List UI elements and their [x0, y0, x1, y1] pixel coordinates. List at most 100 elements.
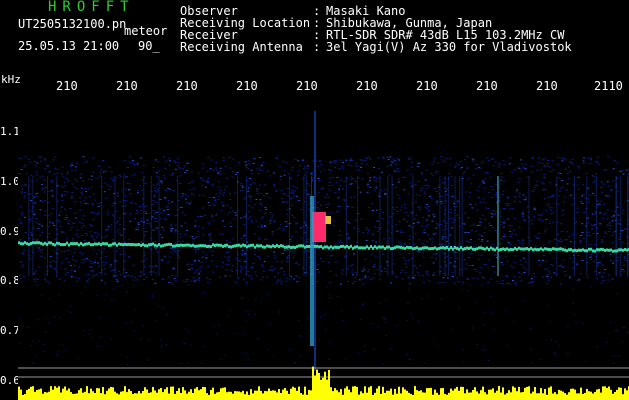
noise-dot: [622, 210, 625, 211]
carrier-segment: [518, 246, 520, 250]
carrier-segment: [168, 242, 170, 246]
noise-dot: [449, 234, 452, 236]
level-bar: [506, 393, 508, 400]
noise-dot: [184, 234, 187, 236]
level-bar: [426, 388, 428, 400]
noise-dot: [525, 269, 528, 271]
noise-dot: [489, 225, 492, 226]
noise-dot: [451, 272, 454, 274]
noise-dot: [564, 239, 567, 241]
noise-dot: [336, 206, 339, 207]
level-bar: [536, 393, 538, 400]
noise-dot: [174, 215, 177, 217]
noise-dot: [428, 215, 430, 217]
noise-dot: [88, 278, 91, 280]
noise-dot: [384, 318, 385, 320]
noise-dot: [215, 213, 218, 215]
noise-dot: [617, 222, 620, 224]
noise-dot: [85, 286, 87, 288]
level-bar: [382, 386, 384, 400]
noise-dot: [217, 199, 220, 201]
noise-dot: [290, 197, 293, 199]
noise-dot: [622, 327, 624, 329]
noise-dot: [587, 188, 590, 190]
level-bar: [256, 390, 258, 400]
noise-dot: [61, 199, 64, 201]
noise-dot: [293, 278, 296, 280]
carrier-segment: [500, 248, 502, 251]
noise-dot: [610, 189, 613, 190]
noise-dot: [600, 242, 603, 244]
noise-dot: [205, 257, 208, 259]
noise-dot: [89, 266, 92, 268]
level-bar: [546, 394, 548, 400]
noise-dot: [457, 281, 460, 283]
noise-dot: [85, 258, 88, 260]
noise-dot: [338, 239, 341, 241]
noise-dot: [350, 158, 352, 160]
noise-dot: [234, 333, 236, 335]
noise-dot: [214, 201, 217, 203]
level-bar: [594, 392, 596, 400]
carrier-segment: [494, 248, 496, 252]
noise-dot: [92, 276, 94, 278]
app-title: HROFFT: [48, 0, 135, 15]
noise-dot: [200, 215, 203, 217]
noise-dot: [152, 200, 155, 201]
noise-dot: [219, 276, 221, 278]
noise-dot: [95, 253, 98, 255]
noise-dot: [168, 160, 171, 162]
carrier-segment: [454, 246, 456, 249]
noise-dot: [627, 332, 629, 333]
noise-dot: [106, 211, 109, 213]
noise-dot: [120, 234, 123, 236]
level-bar: [364, 386, 366, 400]
noise-dot: [428, 205, 431, 207]
noise-dot: [484, 312, 486, 314]
noise-dot: [145, 230, 148, 232]
carrier-segment: [298, 244, 300, 248]
noise-dot: [136, 190, 139, 192]
noise-dot: [481, 215, 484, 217]
noise-dot: [467, 232, 470, 233]
noise-dot: [336, 211, 339, 213]
carrier-segment: [406, 245, 408, 249]
noise-dot: [105, 198, 108, 199]
carrier-segment: [188, 243, 190, 247]
noise-dot: [543, 166, 546, 168]
noise-dot: [145, 212, 148, 214]
noise-dot: [96, 177, 99, 179]
noise-dot: [269, 269, 271, 271]
noise-dot: [168, 164, 171, 166]
noise-dot: [279, 175, 282, 177]
noise-dot: [548, 182, 551, 184]
noise-dot: [366, 229, 369, 231]
streak: [237, 176, 238, 276]
noise-dot: [247, 160, 250, 162]
noise-dot: [404, 272, 407, 274]
carrier-segment: [40, 241, 42, 245]
level-bar: [504, 394, 506, 400]
noise-dot: [290, 251, 293, 253]
level-bar: [400, 393, 402, 400]
noise-dot: [509, 283, 512, 285]
noise-dot: [95, 213, 98, 215]
level-bar: [346, 386, 348, 400]
carrier-segment: [82, 243, 84, 247]
noise-dot: [451, 329, 452, 331]
noise-dot: [129, 213, 132, 215]
noise-dot: [536, 237, 539, 239]
noise-dot: [51, 222, 54, 224]
noise-dot: [563, 158, 566, 160]
noise-dot: [133, 330, 135, 332]
noise-dot: [290, 276, 293, 278]
noise-dot: [231, 171, 234, 173]
noise-dot: [354, 219, 357, 221]
noise-dot: [381, 171, 384, 173]
noise-dot: [340, 242, 343, 243]
noise-dot: [603, 183, 605, 185]
level-bar: [462, 387, 464, 400]
noise-dot: [291, 236, 294, 237]
noise-dot: [323, 243, 326, 245]
level-bar: [484, 392, 486, 400]
